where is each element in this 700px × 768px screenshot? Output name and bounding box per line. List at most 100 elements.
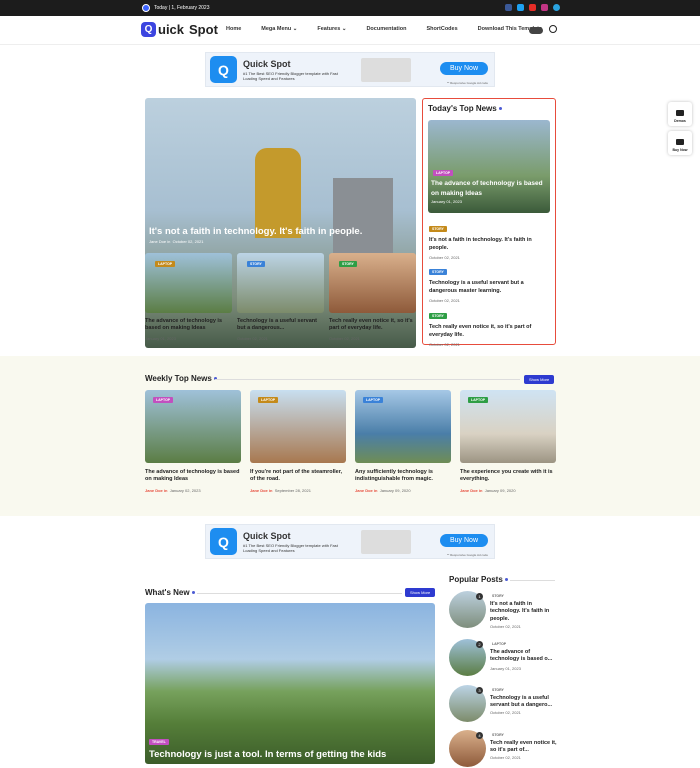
card-title[interactable]: Tech really even notice it, so it's part… <box>329 318 416 332</box>
weekly-card-tag[interactable]: LAPTOP <box>468 397 489 403</box>
ad-buy-button[interactable]: Buy Now <box>439 62 488 75</box>
ad-banner[interactable]: Q Quick Spot #1 The Best SEO Friendly Bl… <box>205 52 495 87</box>
whats-new-image[interactable]: TRAVEL <box>145 603 435 764</box>
youtube-icon[interactable] <box>529 4 536 11</box>
today-item-tag[interactable]: STORY <box>429 269 447 275</box>
card-title[interactable]: The advance of technology is based on ma… <box>145 318 232 332</box>
popular-title[interactable]: It's not a faith in technology. It's fai… <box>490 601 558 623</box>
card-image: LAPTOP <box>145 253 232 313</box>
calendar-icon <box>142 4 150 12</box>
heading-dot-icon <box>498 107 502 111</box>
menu-item-mega[interactable]: Mega Menu ⌄ <box>261 26 297 32</box>
weekly-card-tag[interactable]: LAPTOP <box>153 397 174 403</box>
weekly-card[interactable]: LAPTOP The experience you create with it… <box>460 390 556 493</box>
weekly-card-author[interactable]: Jane Doe in <box>355 488 377 493</box>
today-main-text[interactable]: The advance of technology is based on ma… <box>431 179 546 205</box>
popular-rank: 3 <box>476 687 483 694</box>
ad-banner-2[interactable]: Q Quick Spot #1 The Best SEO Friendly Bl… <box>205 524 495 559</box>
weekly-show-more-button[interactable]: Show More <box>524 375 555 384</box>
today-item-tag[interactable]: STORY <box>429 313 447 319</box>
whats-new-title[interactable]: Technology is just a tool. In terms of g… <box>149 749 386 760</box>
ad-image <box>361 57 411 82</box>
popular-date: October 02, 2021 <box>490 710 521 715</box>
popular-item[interactable]: 2 LAPTOP The advance of technology is ba… <box>449 639 559 677</box>
weekly-card-image: LAPTOP <box>460 390 556 463</box>
search-icon[interactable] <box>549 25 557 33</box>
heading-dot-icon <box>504 578 508 582</box>
popular-item[interactable]: 4 STORY Tech really even notice it, so i… <box>449 730 559 768</box>
weekly-card-tag[interactable]: LAPTOP <box>258 397 279 403</box>
today-main-tag[interactable]: LAPTOP <box>433 170 454 176</box>
popular-date: January 01, 2023 <box>490 666 521 671</box>
today-main-title[interactable]: The advance of technology is based on ma… <box>431 179 546 199</box>
popular-title[interactable]: Technology is a useful servant but a dan… <box>490 695 558 710</box>
top-bar: Today | 1, February 2023 <box>0 0 700 16</box>
hero-author[interactable]: Jane Doe in <box>149 239 170 244</box>
hero-card[interactable]: STORY Tech really even notice it, so it'… <box>329 253 416 341</box>
weekly-card-image: LAPTOP <box>250 390 346 463</box>
card-tag[interactable]: LAPTOP <box>155 261 176 267</box>
popular-tag[interactable]: LAPTOP <box>492 642 506 646</box>
hero-card[interactable]: LAPTOP The advance of technology is base… <box>145 253 232 341</box>
weekly-card-author[interactable]: Jane Doe in <box>250 488 272 493</box>
weekly-card-meta: Jane Doe in September 28, 2021 <box>250 488 346 493</box>
weekly-card-tag[interactable]: LAPTOP <box>363 397 384 403</box>
menu-item-home[interactable]: Home <box>226 26 241 32</box>
card-title[interactable]: Technology is a useful servant but a dan… <box>237 318 324 332</box>
ad-buy-button[interactable]: Buy Now <box>439 534 488 547</box>
popular-title[interactable]: The advance of technology is based o... <box>490 649 558 664</box>
weekly-card-date: January 02, 2023 <box>169 487 201 493</box>
today-item-title[interactable]: Technology is a useful servant but a dan… <box>429 280 551 295</box>
popular-tag[interactable]: STORY <box>492 688 504 692</box>
today-item-title[interactable]: Tech really even notice it, so it's part… <box>429 324 551 339</box>
today-main-date: January 01, 2023 <box>431 198 462 204</box>
card-tag[interactable]: STORY <box>339 261 357 267</box>
ad-title: Quick Spot <box>243 530 291 541</box>
weekly-card[interactable]: LAPTOP Any sufficiently technology is in… <box>355 390 451 493</box>
weekly-card-date: January 09, 2020 <box>484 487 516 493</box>
whats-new-tag[interactable]: TRAVEL <box>149 739 169 745</box>
popular-title[interactable]: Tech really even notice it, so it's part… <box>490 740 558 755</box>
cloud-download-icon <box>676 139 684 145</box>
weekly-card-author[interactable]: Jane Doe in <box>460 488 482 493</box>
menu-item-docs[interactable]: Documentation <box>366 26 406 32</box>
telegram-icon[interactable] <box>553 4 560 11</box>
today-item[interactable]: STORY Technology is a useful servant but… <box>429 260 551 303</box>
weekly-card-author[interactable]: Jane Doe in <box>145 488 167 493</box>
popular-item[interactable]: 3 STORY Technology is a useful servant b… <box>449 685 559 723</box>
menu-item-features[interactable]: Features ⌄ <box>317 26 346 32</box>
whats-new-heading: What's New <box>145 588 190 597</box>
demos-button[interactable]: Demos <box>668 102 692 126</box>
top-date: Today | 1, February 2023 <box>154 5 210 11</box>
weekly-card[interactable]: LAPTOP The advance of technology is base… <box>145 390 241 493</box>
today-item-tag[interactable]: STORY <box>429 226 447 232</box>
popular-item[interactable]: 1 STORY It's not a faith in technology. … <box>449 591 559 629</box>
facebook-icon[interactable] <box>505 4 512 11</box>
hero-title[interactable]: It's not a faith in technology. It's fai… <box>149 226 409 237</box>
todays-top-news: Today's Top News LAPTOP The advance of t… <box>422 98 556 347</box>
whats-new-show-more-button[interactable]: Show More <box>405 588 436 597</box>
twitter-icon[interactable] <box>517 4 524 11</box>
popular-tag[interactable]: STORY <box>492 733 504 737</box>
hero-card[interactable]: STORY Technology is a useful servant but… <box>237 253 324 341</box>
today-item-title[interactable]: It's not a faith in technology. It's fai… <box>429 237 551 252</box>
logo-mark: Q <box>141 22 156 37</box>
weekly-card-title[interactable]: Any sufficiently technology is indisting… <box>355 469 451 484</box>
buy-now-side-button[interactable]: Buy Now <box>668 131 692 155</box>
menu-item-shortcodes[interactable]: ShortCodes <box>426 26 457 32</box>
popular-tag[interactable]: STORY <box>492 594 504 598</box>
card-image: STORY <box>329 253 416 313</box>
today-item[interactable]: STORY Tech really even notice it, so it'… <box>429 304 551 347</box>
site-logo[interactable]: Q uick Spot <box>141 22 218 37</box>
section-heading: Weekly Top News <box>145 374 217 383</box>
hero-buildings <box>333 178 393 263</box>
hero-date: October 02, 2021 <box>172 239 204 244</box>
instagram-icon[interactable] <box>541 4 548 11</box>
weekly-card-title[interactable]: The experience you create with it is eve… <box>460 469 556 484</box>
card-tag[interactable]: STORY <box>247 261 265 267</box>
weekly-card[interactable]: LAPTOP If you're not part of the steamro… <box>250 390 346 493</box>
today-item[interactable]: STORY It's not a faith in technology. It… <box>429 217 551 260</box>
dark-mode-toggle[interactable] <box>529 27 543 34</box>
weekly-card-title[interactable]: The advance of technology is based on ma… <box>145 469 241 484</box>
weekly-card-title[interactable]: If you're not part of the steamroller, o… <box>250 469 346 484</box>
